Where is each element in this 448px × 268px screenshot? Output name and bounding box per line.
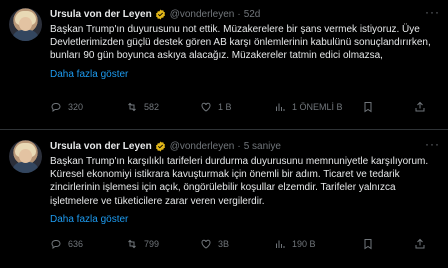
views-button[interactable]: 1 ÖNEMLİ B [274,101,343,113]
separator-dot: · [237,8,241,20]
retweet-count: 582 [144,102,160,112]
tweet-content: Ursula von der Leyen @vonderleyen · 52d … [50,6,440,81]
like-button[interactable]: 1 B [200,101,232,113]
bookmark-icon [364,239,372,250]
views-button[interactable]: 190 B [274,238,316,250]
avatar-face [19,17,32,31]
reply-icon [51,240,61,249]
like-count: 3B [218,239,230,249]
author-name[interactable]: Ursula von der Leyen [50,9,152,20]
retweet-icon [128,102,136,112]
share-button[interactable] [414,238,426,250]
retweet-button[interactable]: 799 [126,238,159,250]
reply-count: 320 [68,102,84,112]
avatar[interactable] [9,8,42,41]
view-count: 1 ÖNEMLİ B [292,102,343,112]
tweet-text: Başkan Trump'ın duyurusunu not ettik. Mü… [50,24,431,62]
author-handle[interactable]: @vonderleyen [170,141,235,152]
timestamp[interactable]: 52d [244,9,261,20]
show-more-link[interactable]: Daha fazla göster [50,214,440,226]
reply-count: 636 [68,239,84,249]
tweet-header: Ursula von der Leyen @vonderleyen · 52d … [50,6,440,22]
author-handle[interactable]: @vonderleyen [170,9,235,20]
retweet-icon [128,239,136,249]
heart-icon [201,102,211,112]
tweet-text: Başkan Trump'ın karşılıklı tarifeleri du… [50,156,429,207]
views-chart-icon [276,240,285,248]
like-count: 1 B [218,102,232,112]
share-icon [415,238,425,249]
avatar[interactable] [9,140,42,173]
verified-badge-icon [155,140,165,152]
reply-button[interactable]: 320 [50,101,83,113]
author-name[interactable]: Ursula von der Leyen [50,141,152,152]
timeline-feed: Ursula von der Leyen @vonderleyen · 52d … [0,0,448,268]
share-icon [415,101,425,112]
bookmark-button[interactable] [362,101,374,113]
bookmark-button[interactable] [362,238,374,250]
tweet[interactable]: Ursula von der Leyen @vonderleyen · 52d … [0,0,448,129]
avatar-body [12,162,39,173]
avatar-body [12,30,39,41]
retweet-count: 799 [144,239,160,249]
retweet-button[interactable]: 582 [126,101,159,113]
tweet[interactable]: Ursula von der Leyen @vonderleyen · 5 sa… [0,129,448,268]
more-options-icon[interactable]: ··· [425,138,440,150]
reply-icon [51,103,61,112]
verified-badge-icon [155,8,165,20]
more-options-icon[interactable]: ··· [425,6,440,18]
like-button[interactable]: 3B [200,238,229,250]
show-more-link[interactable]: Daha fazla göster [50,69,440,81]
reply-button[interactable]: 636 [50,238,83,250]
bookmark-icon [364,102,372,113]
timestamp[interactable]: 5 saniye [244,141,281,152]
tweet-header: Ursula von der Leyen @vonderleyen · 5 sa… [50,138,440,154]
heart-icon [201,239,211,249]
avatar-face [19,149,32,163]
tweet-content: Ursula von der Leyen @vonderleyen · 5 sa… [50,138,440,226]
view-count: 190 B [292,239,316,249]
separator-dot: · [237,140,241,152]
share-button[interactable] [414,101,426,113]
views-chart-icon [276,103,285,111]
